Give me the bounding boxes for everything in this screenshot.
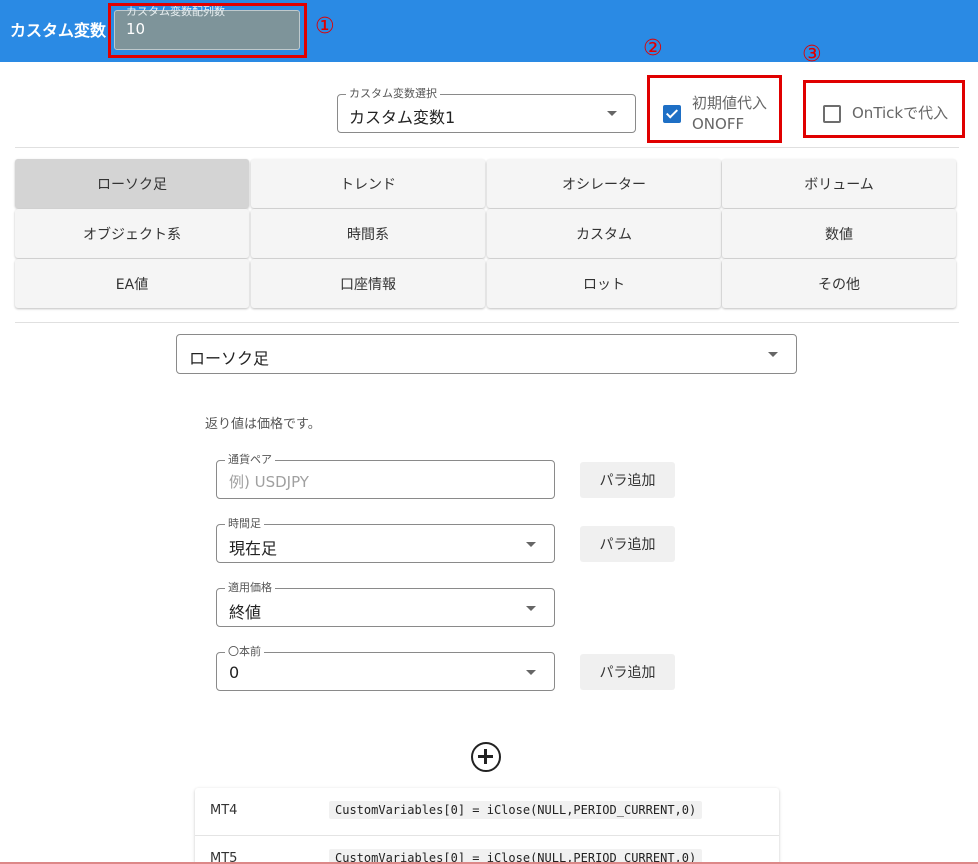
category-button-time[interactable]: 時間系 (251, 209, 485, 258)
variable-select-value: カスタム変数1 (349, 108, 456, 127)
code-output-panel: MT4 CustomVariables[0] = iClose(NULL,PER… (195, 788, 779, 864)
annotation-number-3: ③ (802, 42, 822, 67)
applied-price-label: 適用価格 (225, 581, 275, 595)
annotation-number-2: ② (643, 36, 663, 61)
currency-pair-placeholder: 例) USDJPY (229, 473, 309, 491)
category-button-candlestick[interactable]: ローソク足 (15, 159, 249, 208)
bars-ago-label: 〇本前 (225, 645, 264, 659)
function-select-value: ローソク足 (189, 349, 270, 368)
code-label-mt4: MT4 (210, 803, 238, 818)
caret-down-icon (526, 670, 536, 675)
initial-value-label-line2: ONOFF (692, 115, 745, 133)
applied-price-select[interactable]: 適用価格 終値 (216, 581, 555, 627)
caret-down-icon (526, 542, 536, 547)
category-button-oscillator[interactable]: オシレーター (487, 159, 721, 208)
page-title: カスタム変数 (10, 21, 107, 40)
category-button-account-info[interactable]: 口座情報 (251, 259, 485, 308)
applied-price-value: 終値 (229, 603, 262, 622)
code-text-mt4[interactable]: CustomVariables[0] = iClose(NULL,PERIOD_… (329, 801, 703, 819)
ontick-label: OnTickで代入 (852, 104, 949, 122)
initial-value-checkbox[interactable] (663, 105, 681, 123)
annotation-number-1: ① (315, 14, 335, 39)
initial-value-label-line1: 初期値代入 (692, 94, 768, 112)
divider-middle (15, 322, 959, 323)
divider-top (15, 147, 959, 148)
add-param-button-timeframe[interactable]: パラ追加 (580, 526, 675, 562)
variable-select[interactable]: カスタム変数選択 カスタム変数1 (337, 87, 636, 133)
caret-down-icon (768, 352, 778, 357)
category-button-volume[interactable]: ボリューム (722, 159, 956, 208)
category-button-trend[interactable]: トレンド (251, 159, 485, 208)
caret-down-icon (526, 606, 536, 611)
code-row-mt5: MT5 CustomVariables[0] = iClose(NULL,PER… (195, 835, 779, 864)
category-button-object[interactable]: オブジェクト系 (15, 209, 249, 258)
add-param-button-currency[interactable]: パラ追加 (580, 462, 675, 498)
code-row-mt4: MT4 CustomVariables[0] = iClose(NULL,PER… (195, 788, 779, 835)
bars-ago-select[interactable]: 〇本前 0 (216, 645, 555, 691)
return-value-description: 返り値は価格です。 (205, 417, 321, 432)
category-button-number[interactable]: 数値 (722, 209, 956, 258)
currency-pair-label: 通貨ペア (225, 453, 275, 467)
category-button-other[interactable]: その他 (722, 259, 956, 308)
variable-select-label: カスタム変数選択 (346, 87, 440, 101)
currency-pair-field[interactable]: 通貨ペア 例) USDJPY (216, 453, 555, 499)
category-button-custom[interactable]: カスタム (487, 209, 721, 258)
bars-ago-value: 0 (229, 663, 240, 682)
category-button-ea-value[interactable]: EA値 (15, 259, 249, 308)
function-select[interactable]: ローソク足 (176, 334, 797, 374)
timeframe-label: 時間足 (225, 517, 264, 531)
timeframe-value: 現在足 (229, 539, 278, 558)
annotation-box-1 (108, 3, 307, 58)
category-button-lot[interactable]: ロット (487, 259, 721, 308)
caret-down-icon (607, 111, 617, 116)
timeframe-select[interactable]: 時間足 現在足 (216, 517, 555, 563)
add-param-button-bars-ago[interactable]: パラ追加 (580, 654, 675, 690)
plus-circle-icon[interactable] (471, 742, 501, 772)
ontick-checkbox[interactable] (823, 105, 841, 123)
